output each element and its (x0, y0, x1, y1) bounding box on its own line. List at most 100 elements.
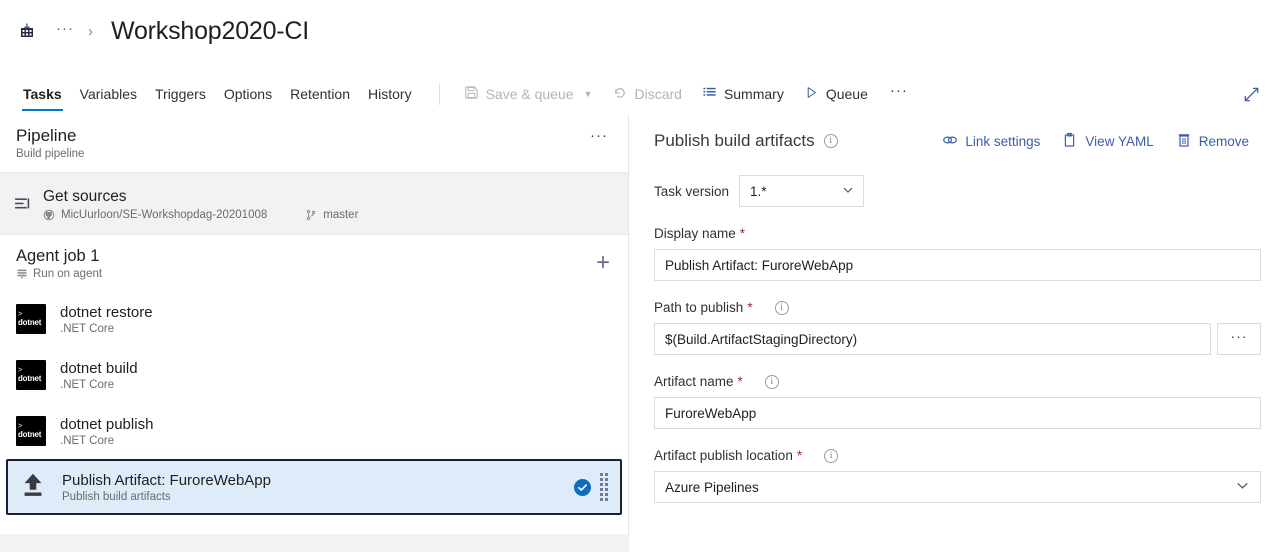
view-yaml-button[interactable]: View YAML (1062, 132, 1154, 151)
pipeline-header: Pipeline Build pipeline ··· (0, 115, 628, 173)
tab-history[interactable]: History (359, 75, 421, 113)
artifact-publish-location-value: Azure Pipelines (665, 479, 759, 495)
required-asterisk: * (739, 226, 746, 241)
chevron-down-icon (1236, 479, 1249, 495)
discard-label: Discard (634, 86, 682, 102)
toolbar-more-button[interactable]: ··· (878, 82, 920, 106)
task-row[interactable]: > dotnet dotnet restore .NET Core (0, 291, 628, 347)
upload-artifact-icon (18, 470, 48, 505)
field-path-to-publish-label: Path to publish * i (654, 300, 1261, 315)
get-sources-repo: MicUurloon/SE-Workshopdag-20201008 (61, 208, 268, 221)
chevron-down-icon (842, 184, 854, 199)
link-settings-label: Link settings (965, 133, 1041, 149)
required-asterisk: * (796, 448, 803, 463)
path-browse-button[interactable]: ··· (1217, 323, 1261, 355)
dotnet-icon: > dotnet (16, 416, 46, 446)
pipeline-more-button[interactable]: ··· (584, 125, 614, 146)
status-check-icon (574, 478, 591, 496)
tab-triggers-label: Triggers (155, 86, 206, 102)
agent-icon (16, 268, 28, 280)
tab-retention[interactable]: Retention (281, 75, 359, 113)
discard-button[interactable]: Discard (602, 78, 691, 110)
undo-icon (612, 85, 627, 103)
agent-job-title: Agent job 1 (16, 247, 100, 265)
field-display-name-label: Display name * (654, 226, 1261, 241)
field-display-name: Display name * Publish Artifact: FuroreW… (654, 226, 1261, 281)
info-icon[interactable]: i (824, 448, 839, 463)
tab-variables-label: Variables (79, 86, 137, 102)
tab-triggers[interactable]: Triggers (146, 75, 215, 113)
expand-diagonal-icon[interactable] (1237, 80, 1265, 108)
summary-label: Summary (723, 86, 784, 102)
field-artifact-publish-location: Artifact publish location * i Azure Pipe… (654, 448, 1261, 503)
task-version-row: Task version 1.* (654, 175, 1261, 207)
task-version-label: Task version (654, 183, 730, 199)
pipeline-tree-panel: Pipeline Build pipeline ··· Get sources (0, 115, 629, 552)
task-settings-panel: Publish build artifacts i Link settings … (630, 115, 1275, 552)
tab-tasks-label: Tasks (23, 86, 62, 102)
task-subtitle: .NET Core (60, 379, 115, 391)
dotnet-icon-text: dotnet (18, 429, 42, 439)
github-icon (43, 209, 55, 221)
save-and-queue-button[interactable]: Save & queue ▼ (454, 78, 603, 110)
add-task-button[interactable]: + (596, 251, 610, 275)
left-panel-bottom-strip (0, 534, 629, 552)
get-sources-title: Get sources (43, 187, 127, 205)
agent-job-sub: Run on agent (16, 268, 102, 280)
azure-devops-pipeline-editor: ··· › Workshop2020-CI Tasks Variables Tr… (0, 0, 1275, 552)
path-to-publish-input[interactable]: $(Build.ArtifactStagingDirectory) (654, 323, 1211, 355)
task-row[interactable]: > dotnet dotnet publish .NET Core (0, 403, 628, 459)
page-title: Workshop2020-CI (111, 16, 310, 45)
selected-task-left: Publish Artifact: FuroreWebApp Publish b… (18, 470, 271, 505)
artifact-publish-location-select[interactable]: Azure Pipelines (654, 471, 1261, 503)
tab-tasks[interactable]: Tasks (14, 75, 71, 113)
required-asterisk: * (737, 374, 743, 389)
task-subtitle: .NET Core (60, 323, 115, 335)
drag-handle-icon[interactable] (600, 473, 608, 501)
chevron-down-icon: ▼ (583, 89, 593, 99)
path-to-publish-value: $(Build.ArtifactStagingDirectory) (665, 331, 858, 347)
remove-button[interactable]: Remove (1176, 132, 1249, 151)
pipeline-icon (16, 20, 38, 42)
selected-task-right (574, 473, 608, 501)
field-path-to-publish: Path to publish * i $(Build.ArtifactStag… (654, 300, 1261, 355)
get-sources-row[interactable]: Get sources MicUurloon/SE-Workshopdag-20… (0, 173, 628, 235)
display-name-input[interactable]: Publish Artifact: FuroreWebApp (654, 249, 1261, 281)
breadcrumb-ellipsis[interactable]: ··· (56, 21, 74, 42)
task-version-select[interactable]: 1.* (739, 175, 865, 207)
agent-job-row[interactable]: Agent job 1 Run on agent + (0, 235, 628, 291)
dotnet-icon: > dotnet (16, 360, 46, 390)
dotnet-icon-text: dotnet (18, 373, 42, 383)
save-icon (464, 85, 479, 103)
artifact-name-input[interactable]: FuroreWebApp (654, 397, 1261, 429)
task-settings-header: Publish build artifacts i Link settings … (654, 131, 1261, 151)
clipboard-icon (1062, 132, 1078, 151)
info-icon[interactable]: i (774, 300, 789, 315)
field-artifact-name: Artifact name * i FuroreWebApp (654, 374, 1261, 429)
tab-variables[interactable]: Variables (71, 75, 146, 113)
task-row-selected[interactable]: Publish Artifact: FuroreWebApp Publish b… (6, 459, 622, 515)
task-title: dotnet restore (60, 304, 153, 321)
required-asterisk: * (747, 300, 753, 315)
get-sources-branch: master (323, 208, 359, 221)
toolbar-divider (438, 83, 440, 105)
field-artifact-name-label: Artifact name * i (654, 374, 1261, 389)
info-icon[interactable]: i (823, 134, 838, 148)
link-settings-button[interactable]: Link settings (942, 132, 1040, 151)
field-artifact-publish-location-label-text: Artifact publish location (654, 448, 793, 463)
link-icon (942, 132, 958, 151)
info-icon[interactable]: i (764, 374, 779, 389)
task-title: dotnet build (60, 360, 138, 377)
breadcrumb: ··· › Workshop2020-CI (0, 0, 1275, 62)
task-subtitle: .NET Core (60, 435, 115, 447)
summary-button[interactable]: Summary (692, 78, 794, 110)
remove-label: Remove (1198, 133, 1249, 149)
get-sources-icon (8, 195, 36, 212)
dotnet-icon-text: dotnet (18, 317, 42, 327)
task-row[interactable]: > dotnet dotnet build .NET Core (0, 347, 628, 403)
queue-button[interactable]: Queue (794, 78, 878, 110)
branch-icon (305, 209, 317, 221)
field-display-name-label-text: Display name (654, 226, 736, 241)
tab-retention-label: Retention (290, 86, 351, 102)
tab-options[interactable]: Options (215, 75, 281, 113)
